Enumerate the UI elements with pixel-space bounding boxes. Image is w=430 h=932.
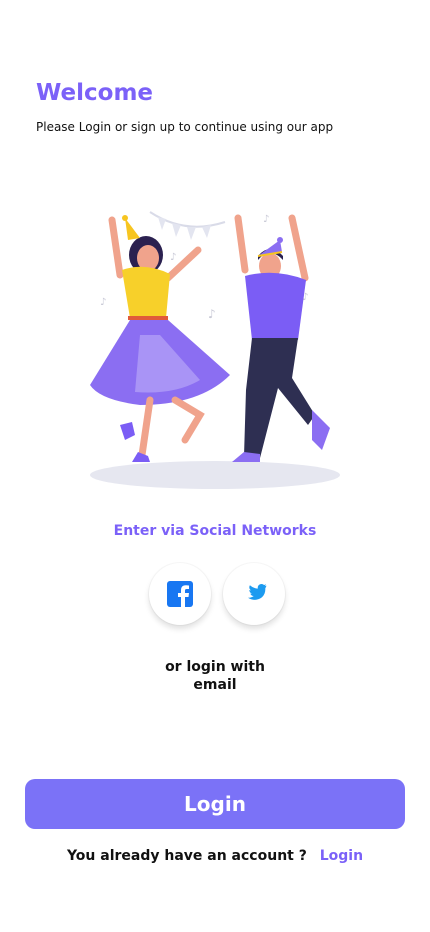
email-login-text[interactable]: or login with email [0, 658, 430, 694]
facebook-login-button[interactable] [149, 563, 211, 625]
svg-text:♪: ♪ [170, 252, 176, 263]
footer: You already have an account ? Login [0, 848, 430, 864]
twitter-icon [248, 584, 267, 600]
social-heading: Enter via Social Networks [113, 523, 317, 539]
svg-text:♪: ♪ [100, 297, 106, 308]
page-subtitle: Please Login or sign up to continue usin… [36, 120, 334, 134]
login-button[interactable]: Login [25, 779, 405, 829]
welcome-screen: Welcome Please Login or sign up to conti… [0, 0, 430, 932]
dancing-couple-illustration: ♪ ♪ ♪ ♪ ♪ [90, 211, 340, 489]
social-buttons [147, 563, 287, 627]
page-title: Welcome [36, 80, 154, 106]
svg-text:♪: ♪ [208, 307, 216, 321]
twitter-login-button[interactable] [223, 563, 285, 625]
footer-login-link[interactable]: Login [320, 848, 363, 864]
footer-question: You already have an account ? [66, 848, 307, 864]
facebook-icon [167, 581, 193, 607]
email-login-line2: email [193, 677, 237, 693]
email-login-line1: or login with [165, 659, 265, 675]
svg-text:♪: ♪ [263, 214, 269, 225]
